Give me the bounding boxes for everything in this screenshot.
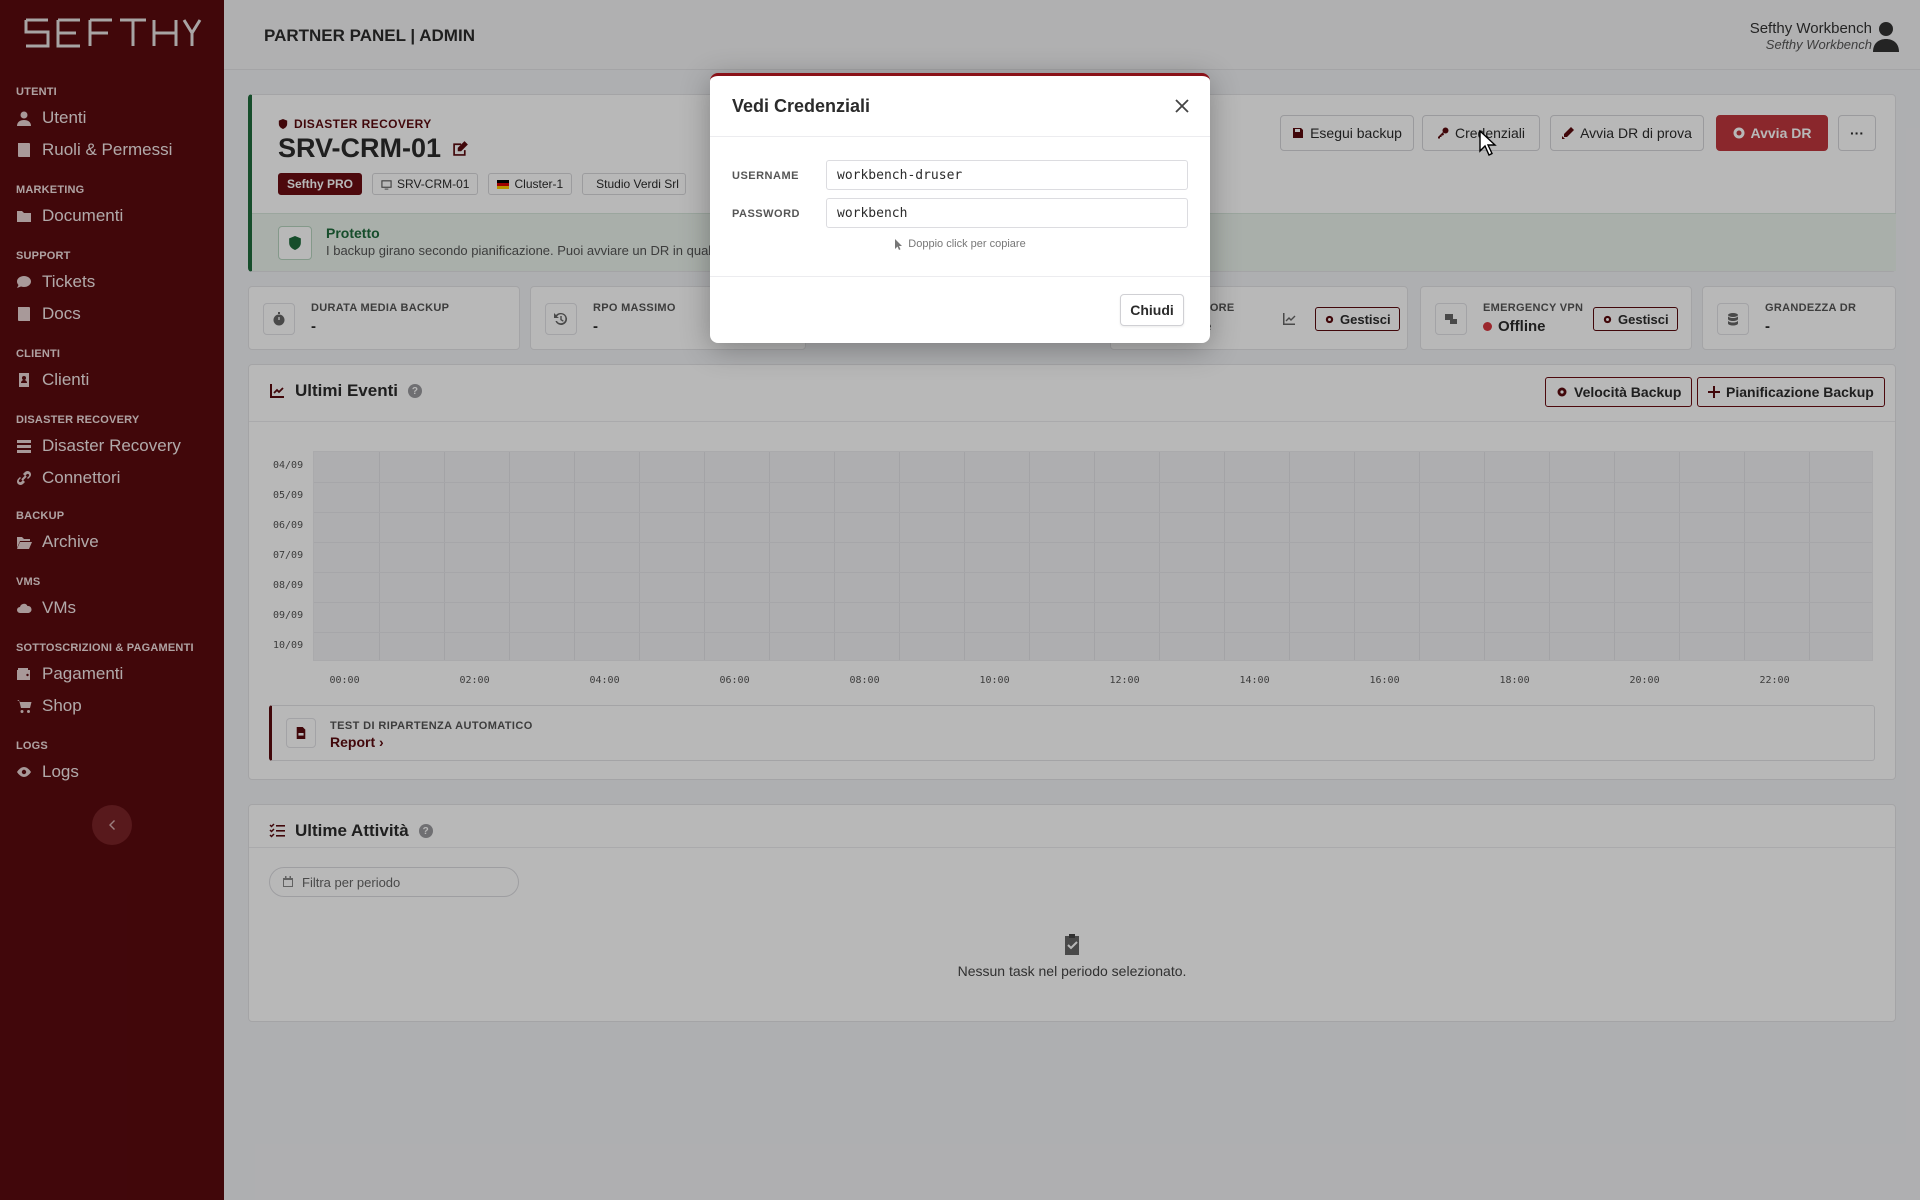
username-field[interactable]: workbench-druser [826, 160, 1188, 190]
password-label: PASSWORD [732, 208, 800, 220]
username-label: USERNAME [732, 170, 799, 182]
pointer-icon [895, 238, 903, 250]
close-modal-button[interactable]: Chiudi [1120, 294, 1184, 326]
divider [710, 276, 1210, 277]
modal-title: Vedi Credenziali [732, 96, 871, 116]
mouse-cursor-icon [1479, 130, 1497, 156]
copy-hint: Doppio click per copiare [710, 238, 1210, 250]
credentials-modal: Vedi Credenziali USERNAME workbench-drus… [710, 73, 1210, 343]
divider [710, 136, 1210, 137]
close-icon[interactable] [1172, 96, 1192, 116]
copy-hint-text: Doppio click per copiare [908, 238, 1026, 250]
password-field[interactable]: workbench [826, 198, 1188, 228]
